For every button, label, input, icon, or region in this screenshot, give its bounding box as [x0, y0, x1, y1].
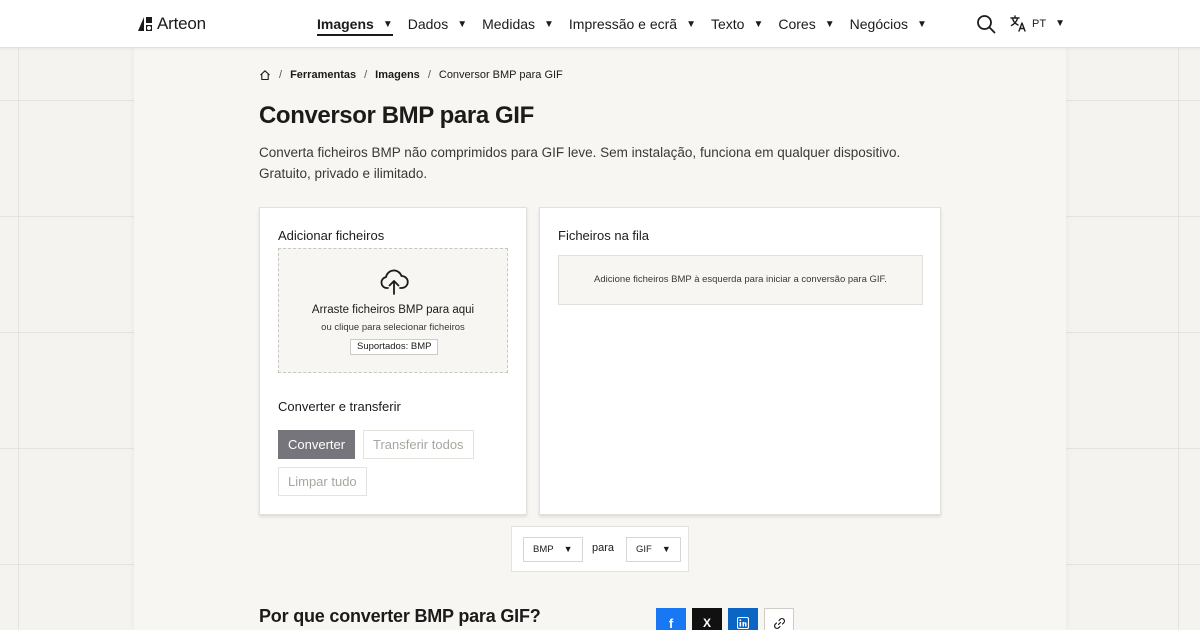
- caret-down-icon: ▼: [1055, 18, 1065, 29]
- page-title: Conversor BMP para GIF: [259, 102, 534, 129]
- caret-down-icon: ▼: [661, 544, 671, 554]
- clear-all-button[interactable]: Limpar tudo: [278, 467, 367, 496]
- nav-label: Medidas: [482, 16, 536, 32]
- breadcrumb-current: Conversor BMP para GIF: [438, 69, 563, 81]
- caret-down-icon: ▼: [753, 18, 764, 30]
- nav-item-cores[interactable]: Cores ▼: [778, 11, 834, 37]
- format-connector: para: [592, 542, 615, 554]
- download-all-button[interactable]: Transferir todos: [363, 430, 474, 459]
- brand-logo[interactable]: Arteon: [137, 14, 206, 34]
- main-nav: Imagens ▼ Dados ▼ Medidas ▼ Impressão e …: [317, 0, 942, 48]
- site-header: Arteon Imagens ▼ Dados ▼ Medidas ▼ Impre…: [0, 0, 1200, 48]
- caret-down-icon: ▼: [382, 18, 393, 30]
- breadcrumb: / Ferramentas / Imagens / Conversor BMP …: [259, 69, 563, 81]
- breadcrumb-separator: /: [427, 69, 431, 81]
- translate-icon: [1010, 15, 1026, 32]
- breadcrumb-link-ferramentas[interactable]: Ferramentas: [290, 69, 356, 81]
- nav-item-impressao-ecra[interactable]: Impressão e ecrã ▼: [569, 11, 696, 37]
- source-format-value: BMP: [533, 544, 554, 555]
- caret-down-icon: ▼: [457, 18, 468, 30]
- home-icon[interactable]: [259, 69, 271, 81]
- target-format-value: GIF: [636, 544, 652, 555]
- brand-name: Arteon: [157, 14, 206, 33]
- cloud-upload-icon: [380, 269, 409, 295]
- language-code: PT: [1032, 17, 1047, 30]
- caret-down-icon: ▼: [824, 18, 835, 30]
- nav-label: Impressão e ecrã: [568, 16, 678, 32]
- caret-down-icon: ▼: [917, 18, 927, 30]
- search-button[interactable]: [976, 14, 996, 34]
- nav-item-texto[interactable]: Texto ▼: [711, 11, 763, 37]
- copy-link-button[interactable]: [764, 608, 794, 630]
- supported-formats-badge: Suportados: BMP: [350, 339, 439, 355]
- actions-title: Converter e transferir: [278, 399, 401, 414]
- nav-item-imagens[interactable]: Imagens ▼: [317, 11, 393, 37]
- nav-label: Dados: [407, 16, 449, 32]
- why-convert-heading: Por que converter BMP para GIF?: [259, 606, 541, 626]
- brand-mark-icon: [138, 17, 152, 31]
- nav-item-dados[interactable]: Dados ▼: [408, 11, 467, 37]
- x-twitter-icon: X: [702, 616, 711, 630]
- caret-down-icon: ▼: [544, 18, 554, 30]
- source-format-select[interactable]: BMP ▼: [523, 537, 583, 562]
- share-twitter-button[interactable]: X: [692, 608, 722, 630]
- main-content: / Ferramentas / Imagens / Conversor BMP …: [134, 48, 1066, 630]
- facebook-icon: f: [668, 615, 674, 630]
- caret-down-icon: ▼: [563, 544, 573, 554]
- link-icon: [773, 617, 785, 629]
- target-format-select[interactable]: GIF ▼: [626, 537, 681, 562]
- nav-label: Imagens: [317, 16, 374, 32]
- upload-panel: Adicionar ficheiros Arraste ficheiros BM…: [259, 207, 527, 515]
- caret-down-icon: ▼: [686, 18, 696, 30]
- linkedin-icon: [737, 617, 749, 629]
- queue-panel-title: Ficheiros na fila: [558, 228, 650, 243]
- convert-button[interactable]: Converter: [278, 430, 356, 459]
- search-icon: [977, 15, 996, 34]
- page-description: Converta ficheiros BMP não comprimidos p…: [259, 145, 901, 181]
- file-dropzone[interactable]: Arraste ficheiros BMP para aqui ou cliqu…: [278, 248, 508, 373]
- dropzone-title: Arraste ficheiros BMP para aqui: [311, 304, 475, 316]
- nav-label: Negócios: [849, 16, 909, 32]
- share-facebook-button[interactable]: f: [656, 608, 686, 630]
- breadcrumb-separator: /: [279, 69, 283, 81]
- nav-label: Cores: [778, 16, 816, 32]
- nav-label: Texto: [711, 16, 745, 32]
- nav-item-medidas[interactable]: Medidas ▼: [482, 11, 554, 37]
- upload-panel-title: Adicionar ficheiros: [278, 228, 385, 243]
- share-linkedin-button[interactable]: [728, 608, 758, 630]
- queue-empty-message: Adicione ficheiros BMP à esquerda para i…: [558, 255, 923, 305]
- breadcrumb-separator: /: [364, 69, 368, 81]
- language-selector[interactable]: PT ▼: [1010, 15, 1065, 32]
- format-selector-bar: BMP ▼ para GIF ▼: [511, 526, 689, 572]
- nav-item-negocios[interactable]: Negócios ▼: [850, 11, 927, 37]
- queue-panel: Ficheiros na fila Adicione ficheiros BMP…: [539, 207, 941, 515]
- breadcrumb-link-imagens[interactable]: Imagens: [375, 69, 420, 81]
- dropzone-subtitle: ou clique para selecionar ficheiros: [321, 322, 465, 333]
